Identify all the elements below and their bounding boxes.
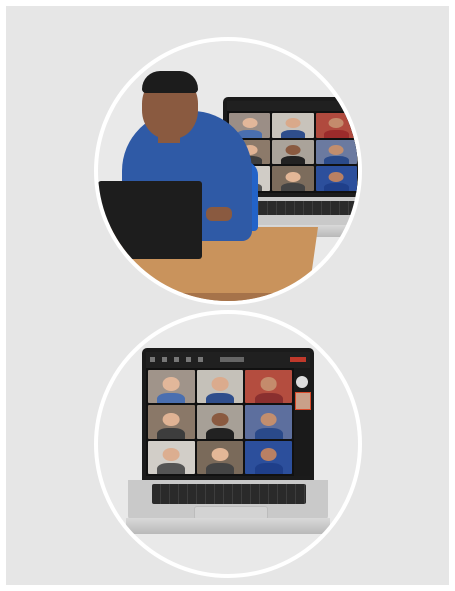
participant-face	[211, 377, 229, 391]
participant-face	[328, 145, 344, 155]
participant-face	[328, 171, 344, 182]
video-tile	[272, 166, 314, 191]
participant-body	[280, 129, 306, 138]
video-tile	[196, 370, 244, 404]
video-tile	[196, 440, 244, 474]
person-hair	[142, 71, 198, 93]
participant-avatar-icon	[296, 376, 308, 388]
participant-body	[205, 428, 234, 439]
participant-body	[323, 129, 349, 138]
person-hand	[206, 207, 232, 221]
participant-face	[211, 412, 229, 426]
keyboard-icon	[152, 484, 306, 504]
video-tile	[196, 405, 244, 439]
participant-face	[260, 447, 278, 462]
participant-body	[157, 428, 186, 439]
photo-person-with-laptop	[94, 37, 362, 305]
video-tile	[272, 113, 314, 138]
participant-body	[254, 428, 283, 439]
participant-body	[157, 463, 186, 474]
participant-face	[285, 145, 301, 155]
participant-face	[260, 412, 278, 426]
participant-face	[285, 118, 301, 129]
video-tile	[315, 113, 357, 138]
participant-body	[280, 183, 306, 191]
participant-face	[328, 118, 344, 129]
photo-laptop-video-call	[94, 310, 362, 578]
side-panel	[294, 368, 311, 476]
participant-face	[260, 377, 278, 391]
video-tile	[245, 405, 292, 439]
self-view-tile	[295, 392, 311, 410]
video-tile	[315, 166, 357, 191]
participant-body	[280, 156, 306, 165]
laptop-base	[126, 518, 330, 534]
participant-body	[254, 463, 283, 474]
participant-face	[242, 118, 258, 129]
leave-button	[290, 357, 306, 362]
participant-body	[205, 463, 234, 474]
participant-face	[211, 447, 229, 462]
participant-body	[254, 392, 283, 404]
front-laptop-lid	[98, 181, 202, 259]
toolbar-icons	[150, 357, 210, 362]
participant-body	[323, 183, 349, 191]
participant-face	[162, 377, 180, 391]
participant-face	[285, 171, 301, 182]
video-tile	[315, 139, 357, 165]
participant-face	[162, 412, 180, 426]
video-grid-bottom	[146, 368, 294, 476]
video-tile	[245, 440, 292, 474]
video-tile	[245, 370, 292, 404]
video-tile	[148, 405, 195, 439]
video-tile	[148, 370, 195, 404]
video-app-toolbar	[227, 101, 358, 111]
video-tile	[148, 440, 195, 474]
toolbar-title	[220, 357, 244, 362]
participant-face	[162, 447, 180, 462]
participant-body	[205, 392, 234, 404]
video-app-toolbar	[146, 352, 310, 368]
participant-body	[323, 156, 349, 165]
video-tile	[272, 139, 314, 165]
participant-body	[157, 392, 186, 404]
